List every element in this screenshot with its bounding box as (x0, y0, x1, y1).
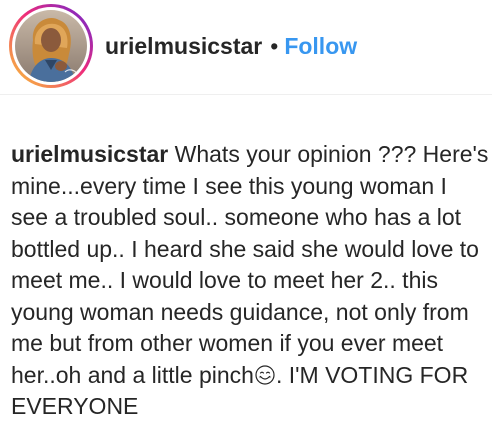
username-link[interactable]: urielmusicstar (105, 33, 262, 59)
caption-username-link[interactable]: urielmusicstar (11, 141, 168, 167)
separator-dot: • (270, 33, 279, 59)
smiling-face-emoji-icon (255, 364, 275, 385)
post-header: urielmusicstar • Follow (0, 0, 492, 95)
follow-button[interactable]: Follow (284, 33, 357, 59)
avatar[interactable] (15, 10, 87, 82)
caption-text: Whats your opinion ??? Here's mine...eve… (11, 141, 489, 388)
post-caption: urielmusicstar Whats your opinion ??? He… (11, 139, 489, 423)
header-text: urielmusicstar • Follow (105, 30, 357, 62)
avatar-border (12, 7, 90, 85)
story-ring[interactable] (9, 4, 93, 88)
